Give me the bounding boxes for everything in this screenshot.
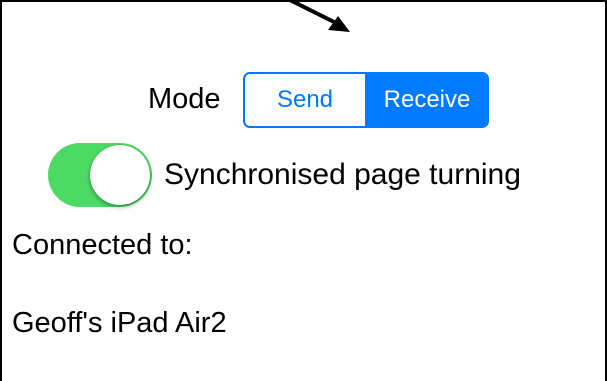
connected-device-name: Geoff's iPad Air2	[12, 307, 227, 339]
mode-label: Mode	[148, 83, 221, 115]
sync-page-turning-toggle[interactable]	[48, 143, 152, 207]
connected-to-label: Connected to:	[12, 229, 193, 261]
mode-segmented-control[interactable]: Send Receive	[243, 72, 489, 128]
arrow-pointer-icon	[289, 2, 350, 32]
settings-panel: Mode Send Receive Synchronised page turn…	[0, 0, 607, 381]
segment-receive[interactable]: Receive	[367, 74, 487, 126]
segment-send[interactable]: Send	[245, 74, 367, 126]
toggle-knob	[90, 145, 150, 205]
sync-page-turning-label: Synchronised page turning	[164, 158, 521, 191]
